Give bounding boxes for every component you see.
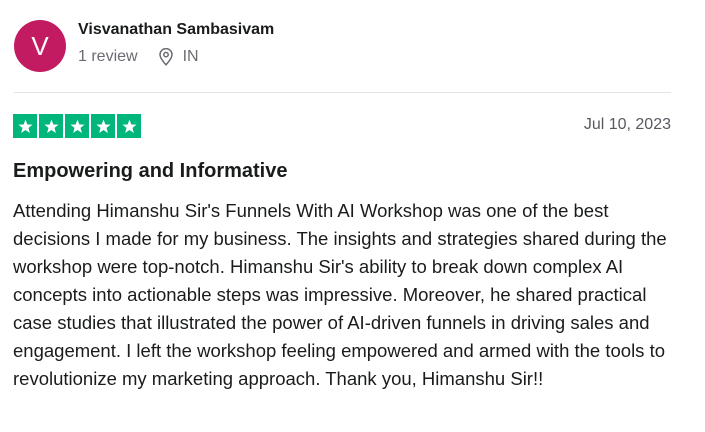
- reviewer-meta: 1 review IN: [78, 47, 199, 67]
- star-icon: [39, 114, 63, 138]
- location-pin-icon: [158, 47, 174, 66]
- star-icon: [91, 114, 115, 138]
- divider: [14, 92, 671, 93]
- star-rating: [13, 114, 141, 138]
- reviewer-country: IN: [182, 48, 199, 65]
- avatar[interactable]: V: [14, 20, 66, 72]
- review-body: Attending Himanshu Sir's Funnels With AI…: [13, 200, 667, 389]
- review-title[interactable]: Empowering and Informative: [13, 160, 287, 183]
- review-date: Jul 10, 2023: [583, 116, 671, 133]
- star-icon: [65, 114, 89, 138]
- star-icon: [13, 114, 37, 138]
- review-count: 1 review: [78, 48, 138, 65]
- review-card: V Visvanathan Sambasivam 1 review IN Jul…: [0, 0, 705, 432]
- avatar-initial: V: [31, 30, 49, 61]
- reviewer-name[interactable]: Visvanathan Sambasivam: [78, 21, 274, 39]
- star-icon: [117, 114, 141, 138]
